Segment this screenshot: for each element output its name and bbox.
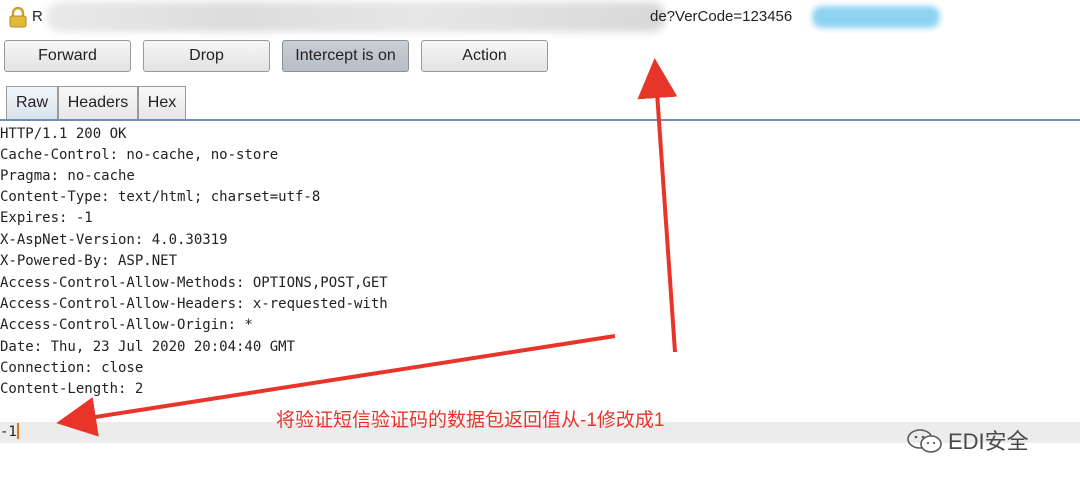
redacted-url-segment	[46, 2, 666, 32]
watermark-text: EDI安全	[948, 429, 1029, 454]
intercept-toggle-button[interactable]: Intercept is on	[282, 40, 409, 72]
action-button[interactable]: Action	[421, 40, 548, 72]
response-line: Access-Control-Allow-Headers: x-requeste…	[0, 296, 388, 312]
intercept-toolbar: Forward Drop Intercept is on Action	[0, 38, 1080, 78]
response-line: Expires: -1	[0, 210, 93, 226]
response-line: X-Powered-By: ASP.NET	[0, 253, 178, 269]
response-line: Access-Control-Allow-Origin: *	[0, 317, 253, 333]
response-line: Date: Thu, 23 Jul 2020 20:04:40 GMT	[0, 339, 296, 355]
text-caret	[16, 423, 19, 439]
response-line: HTTP/1.1 200 OK	[0, 126, 127, 142]
tab-raw[interactable]: Raw	[6, 86, 58, 120]
tab-headers[interactable]: Headers	[58, 86, 138, 120]
response-line: Access-Control-Allow-Methods: OPTIONS,PO…	[0, 275, 388, 291]
response-body-value: -1	[0, 424, 17, 440]
response-line: Content-Type: text/html; charset=utf-8	[0, 189, 321, 205]
drop-button[interactable]: Drop	[143, 40, 270, 72]
message-tabs: Raw Headers Hex	[0, 84, 1080, 120]
lock-icon	[9, 6, 27, 28]
redacted-url-end	[812, 6, 940, 28]
wechat-icon	[907, 429, 942, 453]
tab-divider	[0, 119, 1080, 121]
url-prefix: R	[32, 8, 43, 25]
forward-button[interactable]: Forward	[4, 40, 131, 72]
response-line: Content-Length: 2	[0, 381, 144, 397]
url-visible-tail: de?VerCode=123456	[650, 8, 793, 25]
tab-hex[interactable]: Hex	[138, 86, 186, 120]
response-line: Connection: close	[0, 360, 144, 376]
response-line: X-AspNet-Version: 4.0.30319	[0, 232, 228, 248]
url-bar[interactable]: R de?VerCode=123456	[0, 0, 1080, 36]
response-line: Cache-Control: no-cache, no-store	[0, 147, 279, 163]
response-line: Pragma: no-cache	[0, 168, 135, 184]
annotation-text: 将验证短信验证码的数据包返回值从-1修改成1	[276, 410, 665, 431]
